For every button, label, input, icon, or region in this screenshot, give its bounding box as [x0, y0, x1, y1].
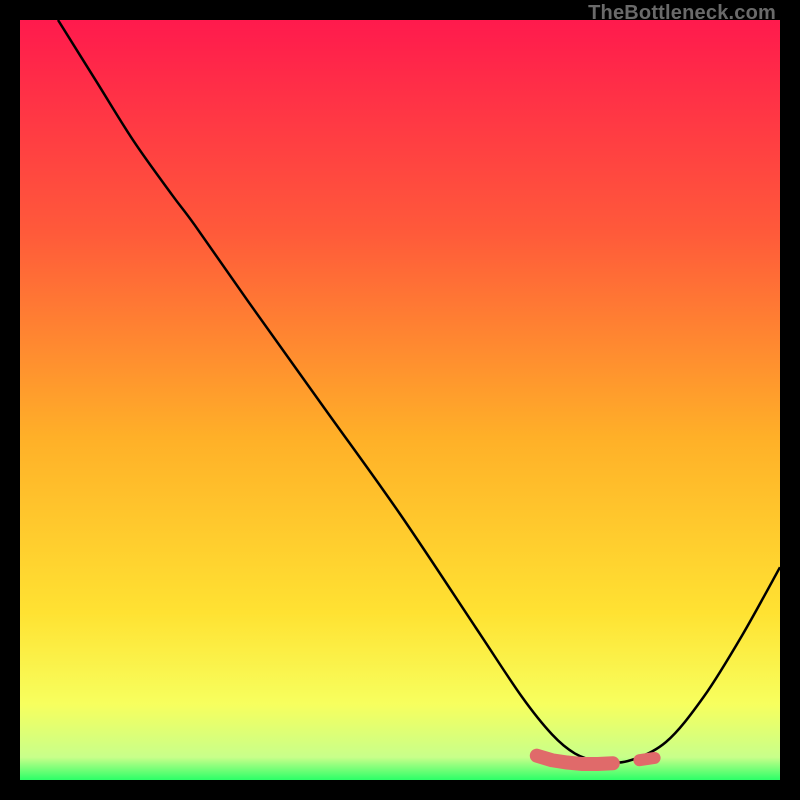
gradient-background: [20, 20, 780, 780]
chart-frame: [20, 20, 780, 780]
watermark-text: TheBottleneck.com: [588, 2, 776, 25]
chart-svg: [20, 20, 780, 780]
